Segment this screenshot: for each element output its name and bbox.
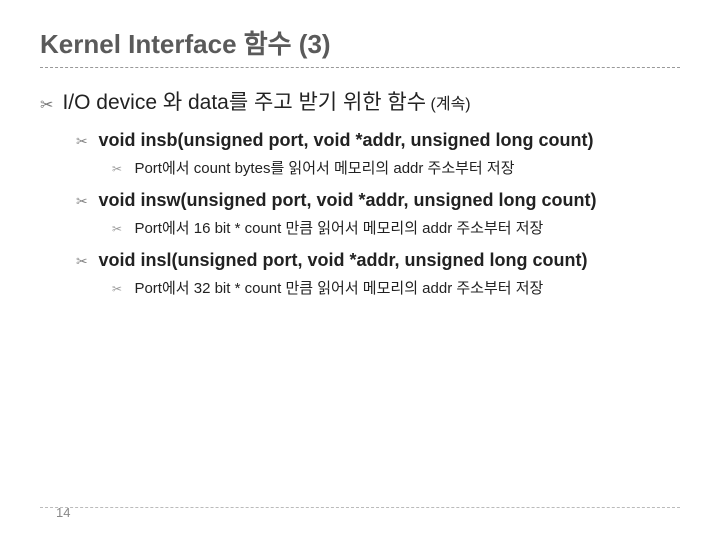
slide-title: Kernel Interface 함수 (3) xyxy=(40,24,680,61)
function-description-row: ✂ Port에서 32 bit * count 만큼 읽어서 메모리의 addr… xyxy=(112,277,680,298)
section-heading-row: ✂ I/O device 와 data를 주고 받기 위한 함수 (계속) xyxy=(40,86,680,116)
function-description-row: ✂ Port에서 16 bit * count 만큼 읽어서 메모리의 addr… xyxy=(112,217,680,238)
section-heading: I/O device 와 data를 주고 받기 위한 함수 xyxy=(62,91,426,114)
slide-container: Kernel Interface 함수 (3) ✂ I/O device 와 d… xyxy=(0,0,720,540)
scissors-icon: ✂ xyxy=(112,162,130,176)
function-description: Port에서 count bytes를 읽어서 메모리의 addr 주소부터 저… xyxy=(134,160,514,177)
function-description-row: ✂ Port에서 count bytes를 읽어서 메모리의 addr 주소부터… xyxy=(112,157,680,178)
scissors-icon: ✂ xyxy=(112,282,130,296)
function-signature: void insb(unsigned port, void *addr, uns… xyxy=(98,130,593,150)
page-number: 14 xyxy=(56,505,70,520)
function-signature: void insw(unsigned port, void *addr, uns… xyxy=(98,190,596,210)
function-description: Port에서 32 bit * count 만큼 읽어서 메모리의 addr 주… xyxy=(134,280,543,297)
scissors-icon: ✂ xyxy=(76,133,94,150)
scissors-icon: ✂ xyxy=(76,193,94,210)
function-signature: void insl(unsigned port, void *addr, uns… xyxy=(98,250,587,270)
function-item: ✂ void insl(unsigned port, void *addr, u… xyxy=(76,250,680,271)
function-item: ✂ void insb(unsigned port, void *addr, u… xyxy=(76,130,680,151)
function-item: ✂ void insw(unsigned port, void *addr, u… xyxy=(76,190,680,211)
function-description: Port에서 16 bit * count 만큼 읽어서 메모리의 addr 주… xyxy=(134,220,543,237)
footer-divider xyxy=(40,507,680,508)
scissors-icon: ✂ xyxy=(40,95,58,115)
scissors-icon: ✂ xyxy=(112,222,130,236)
section-heading-suffix: (계속) xyxy=(431,96,471,113)
title-divider xyxy=(40,67,680,68)
scissors-icon: ✂ xyxy=(76,253,94,270)
